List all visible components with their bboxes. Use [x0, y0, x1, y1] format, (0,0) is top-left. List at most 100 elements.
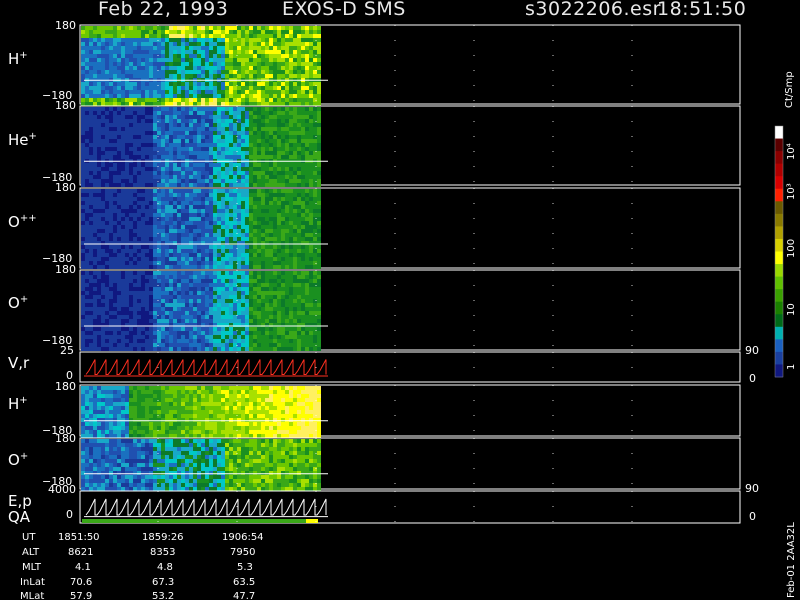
- spectrogram-cell: [149, 34, 153, 38]
- spectrogram-cell: [197, 279, 201, 283]
- spectrogram-cell: [273, 111, 277, 115]
- spectrogram-cell: [101, 155, 105, 159]
- spectrogram-cell: [241, 167, 245, 171]
- spectrogram-cell: [89, 426, 93, 430]
- spectrogram-cell: [177, 143, 181, 147]
- spectrogram-cell: [213, 197, 217, 201]
- spectrogram-cell: [201, 291, 205, 295]
- spectrogram-cell: [193, 135, 197, 139]
- spectrogram-cell: [113, 253, 117, 257]
- spectrogram-cell: [149, 183, 153, 187]
- spectrogram-cell: [85, 205, 89, 209]
- spectrogram-cell: [213, 90, 217, 94]
- spectrogram-cell: [145, 155, 149, 159]
- spectrogram-cell: [85, 119, 89, 123]
- spectrogram-cell: [185, 261, 189, 265]
- spectrogram-cell: [129, 90, 133, 94]
- spectrogram-cell: [109, 295, 113, 299]
- spectrogram-cell: [313, 189, 317, 193]
- spectrogram-cell: [301, 295, 305, 299]
- spectrogram-cell: [213, 225, 217, 229]
- spectrogram-cell: [253, 265, 257, 269]
- spectrogram-cell: [221, 98, 225, 102]
- spectrogram-cell: [193, 287, 197, 291]
- spectrogram-cell: [101, 86, 105, 90]
- spectrogram-cell: [133, 225, 137, 229]
- spectrogram-cell: [293, 98, 297, 102]
- spectrogram-cell: [161, 217, 165, 221]
- spectrogram-cell: [89, 38, 93, 42]
- spectrogram-cell: [105, 34, 109, 38]
- spectrogram-cell: [229, 147, 233, 151]
- spectrogram-cell: [241, 291, 245, 295]
- spectrogram-cell: [205, 50, 209, 54]
- spectrogram-cell: [81, 426, 85, 430]
- spectrogram-cell: [245, 197, 249, 201]
- spectrogram-cell: [265, 197, 269, 201]
- spectrogram-cell: [133, 54, 137, 58]
- spectrogram-cell: [129, 257, 133, 261]
- spectrogram-cell: [289, 225, 293, 229]
- spectrogram-cell: [81, 307, 85, 311]
- spectrogram-cell: [197, 143, 201, 147]
- spectrogram-cell: [173, 94, 177, 98]
- spectrogram-cell: [97, 390, 101, 394]
- spectrogram-cell: [317, 131, 321, 135]
- spectrogram-cell: [109, 205, 113, 209]
- spectrogram-cell: [289, 163, 293, 167]
- spectrogram-cell: [245, 163, 249, 167]
- spectrogram-cell: [117, 82, 121, 86]
- spectrogram-cell: [157, 42, 161, 46]
- spectrogram-cell: [125, 50, 129, 54]
- spectrogram-cell: [285, 295, 289, 299]
- spectrogram-cell: [117, 295, 121, 299]
- spectrogram-cell: [169, 221, 173, 225]
- spectrogram-cell: [241, 275, 245, 279]
- spectrogram-cell: [81, 319, 85, 323]
- spectrogram-cell: [153, 171, 157, 175]
- spectrogram-cell: [169, 197, 173, 201]
- spectrogram-cell: [253, 287, 257, 291]
- spectrogram-cell: [89, 422, 93, 426]
- spectrogram-cell: [85, 394, 89, 398]
- spectrogram-cell: [129, 225, 133, 229]
- spectrogram-cell: [233, 139, 237, 143]
- spectrogram-cell: [261, 287, 265, 291]
- spectrogram-cell: [309, 249, 313, 253]
- spectrogram-cell: [129, 98, 133, 102]
- spectrogram-cell: [93, 386, 97, 390]
- spectrogram-cell: [201, 70, 205, 74]
- spectrogram-cell: [189, 213, 193, 217]
- spectrogram-cell: [189, 261, 193, 265]
- spectrogram-cell: [97, 46, 101, 50]
- spectrogram-cell: [245, 183, 249, 187]
- spectrogram-cell: [173, 151, 177, 155]
- spectrogram-cell: [97, 271, 101, 275]
- spectrogram-cell: [245, 311, 249, 315]
- spectrogram-cell: [169, 115, 173, 119]
- spectrogram-cell: [241, 147, 245, 151]
- spectrogram-cell: [221, 295, 225, 299]
- spectrogram-cell: [297, 265, 301, 269]
- spectrogram-cell: [249, 143, 253, 147]
- spectrogram-cell: [101, 74, 105, 78]
- spectrogram-cell: [217, 123, 221, 127]
- spectrogram-cell: [97, 422, 101, 426]
- spectrogram-cell: [285, 46, 289, 50]
- spectrogram-cell: [93, 175, 97, 179]
- spectrogram-cell: [309, 209, 313, 213]
- spectrogram-cell: [93, 131, 97, 135]
- spectrogram-cell: [249, 98, 253, 102]
- spectrogram-cell: [305, 221, 309, 225]
- spectrogram-cell: [181, 54, 185, 58]
- spectrogram-cell: [117, 86, 121, 90]
- spectrogram-cell: [257, 135, 261, 139]
- spectrogram-cell: [153, 299, 157, 303]
- spectrogram-cell: [257, 163, 261, 167]
- spectrogram-cell: [241, 155, 245, 159]
- spectrogram-cell: [181, 155, 185, 159]
- spectrogram-cell: [137, 275, 141, 279]
- spectrogram-cell: [293, 135, 297, 139]
- spectrogram-cell: [313, 107, 317, 111]
- spectrogram-cell: [205, 229, 209, 233]
